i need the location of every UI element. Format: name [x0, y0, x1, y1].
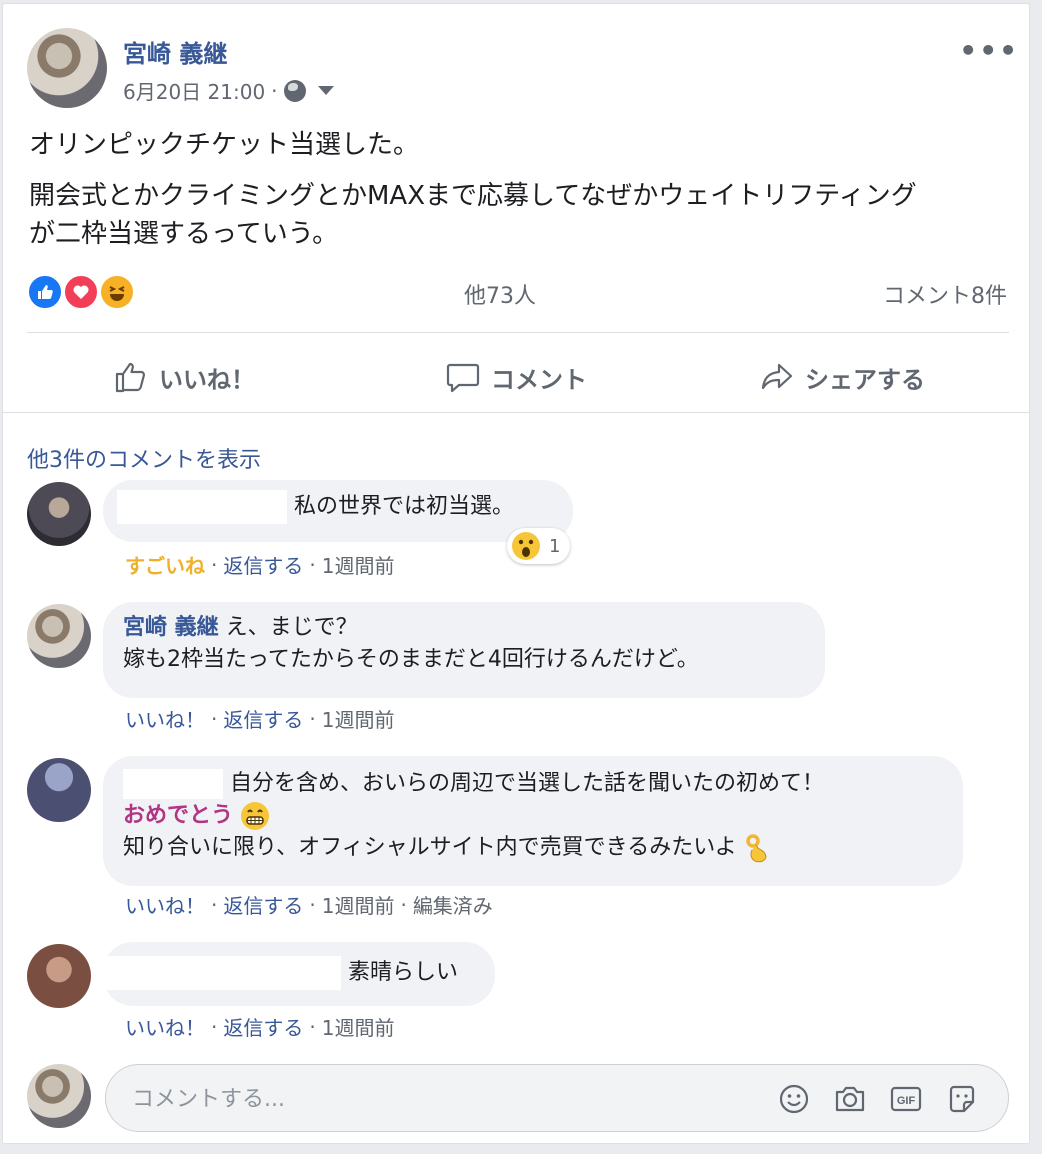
comment-reaction-count: 1 [549, 535, 561, 557]
grin-emoji-icon [241, 802, 270, 830]
divider [27, 332, 1009, 333]
comment-meta: いいね！ · 返信する · 1週間前 [125, 704, 394, 733]
redacted-name [123, 769, 223, 799]
like-link[interactable]: いいね！ [125, 1012, 205, 1041]
like-button[interactable]: いいね！ [113, 354, 255, 400]
reply-link[interactable]: 返信する [223, 704, 303, 733]
like-icon[interactable] [27, 274, 63, 310]
reply-link[interactable]: 返信する [223, 1012, 303, 1041]
view-more-comments-link[interactable]: 他3件のコメントを表示 [27, 442, 261, 474]
commenter-avatar[interactable] [27, 604, 91, 668]
comment-text-line2: おめでとう [123, 803, 234, 828]
comment-bubble: 自分を含め、おいらの周辺で当選した話を聞いたの初めて！ おめでとう 知り合いに限… [103, 756, 963, 886]
post-text-line1: オリンピックチケット当選した。 [29, 130, 420, 160]
comment-meta: すごいね · 返信する · 1週間前 [125, 550, 394, 579]
comment-button-label: コメント [491, 365, 587, 394]
comment-time[interactable]: 1週間前 [322, 550, 395, 579]
section-divider [3, 412, 1029, 413]
current-user-avatar[interactable] [27, 1064, 91, 1128]
post-author[interactable]: 宮崎 義継 [123, 34, 227, 69]
redacted-name [117, 490, 287, 524]
comment-reaction-chip[interactable]: 1 [507, 528, 571, 564]
comment-meta: いいね！ · 返信する · 1週間前 · 編集済み [125, 890, 493, 919]
wow-icon [512, 532, 540, 560]
share-button-label: シェアする [805, 365, 925, 394]
meta-separator: · [271, 78, 278, 103]
comment-author[interactable]: 宮崎 義継 [123, 615, 219, 640]
reactions-count[interactable]: 他73人 [464, 278, 536, 310]
comment-composer: GIF [105, 1064, 1009, 1132]
author-avatar[interactable] [27, 28, 107, 108]
reply-link[interactable]: 返信する [223, 550, 303, 579]
redacted-name [103, 956, 341, 990]
more-options-icon[interactable]: ••• [959, 34, 1019, 67]
caret-down-icon[interactable] [317, 86, 334, 95]
commenter-avatar[interactable] [27, 758, 91, 822]
post-text-line2b: が二枠当選するっていう。 [29, 219, 339, 249]
comment-text-line1: え、まじで？ [225, 615, 358, 640]
emoji-icon[interactable] [776, 1081, 812, 1117]
comment-text: 素晴らしい [348, 960, 459, 985]
sticker-icon[interactable] [944, 1081, 980, 1117]
comment-bubble: 素晴らしい [103, 942, 495, 1006]
love-icon[interactable] [63, 274, 99, 310]
wow-reaction-link[interactable]: すごいね [125, 550, 205, 579]
comment-time[interactable]: 1週間前 [322, 890, 395, 919]
reactions-summary: 他73人 コメント8件 [27, 274, 1007, 314]
globe-icon[interactable] [283, 79, 306, 102]
comment-button[interactable]: コメント [445, 354, 587, 400]
comment-meta: いいね！ · 返信する · 1週間前 [125, 1012, 394, 1041]
comment-text-line1: 自分を含め、おいらの周辺で当選した話を聞いたの初めて！ [230, 771, 825, 796]
ok-hand-emoji-icon [746, 834, 767, 863]
comment-time[interactable]: 1週間前 [322, 704, 395, 733]
comment-bubble: 宮崎 義継 え、まじで？ 嫁も2枠当たってたからそのままだと4回行けるんだけど。 [103, 602, 825, 698]
edited-label[interactable]: 編集済み [413, 890, 493, 919]
comment-count[interactable]: コメント8件 [883, 278, 1007, 310]
comment-text-line2: 嫁も2枠当たってたからそのままだと4回行けるんだけど。 [123, 647, 699, 672]
share-button[interactable]: シェアする [759, 354, 925, 400]
gif-icon[interactable]: GIF [888, 1081, 924, 1117]
share-arrow-icon [761, 363, 793, 390]
comment-time[interactable]: 1週間前 [322, 1012, 395, 1041]
comment-text: 私の世界では初当選。 [294, 494, 515, 519]
like-link[interactable]: いいね！ [125, 704, 205, 733]
like-link[interactable]: いいね！ [125, 890, 205, 919]
post-meta: 6月20日 21:00 · [123, 76, 334, 105]
comment-input[interactable] [130, 1081, 734, 1117]
reply-link[interactable]: 返信する [223, 890, 303, 919]
svg-text:GIF: GIF [897, 1095, 916, 1107]
post-text-line2a: 開会式とかクライミングとかMAXまで応募してなぜかウェイトリフティング [29, 181, 917, 211]
post-timestamp[interactable]: 6月20日 21:00 [123, 76, 265, 105]
commenter-avatar[interactable] [27, 944, 91, 1008]
comment-text-line3: 知り合いに限り、オフィシャルサイト内で売買できるみたいよ [123, 835, 737, 860]
like-button-label: いいね！ [159, 365, 255, 394]
commenter-avatar[interactable] [27, 482, 91, 546]
thumbs-up-icon [115, 362, 146, 393]
comment-bubble: 私の世界では初当選。 [103, 480, 573, 542]
haha-icon[interactable] [99, 274, 135, 310]
speech-bubble-icon [446, 363, 480, 393]
camera-icon[interactable] [832, 1081, 868, 1117]
post-card: 宮崎 義継 6月20日 21:00 · ••• オリンピックチケット当選した。 … [2, 3, 1030, 1144]
